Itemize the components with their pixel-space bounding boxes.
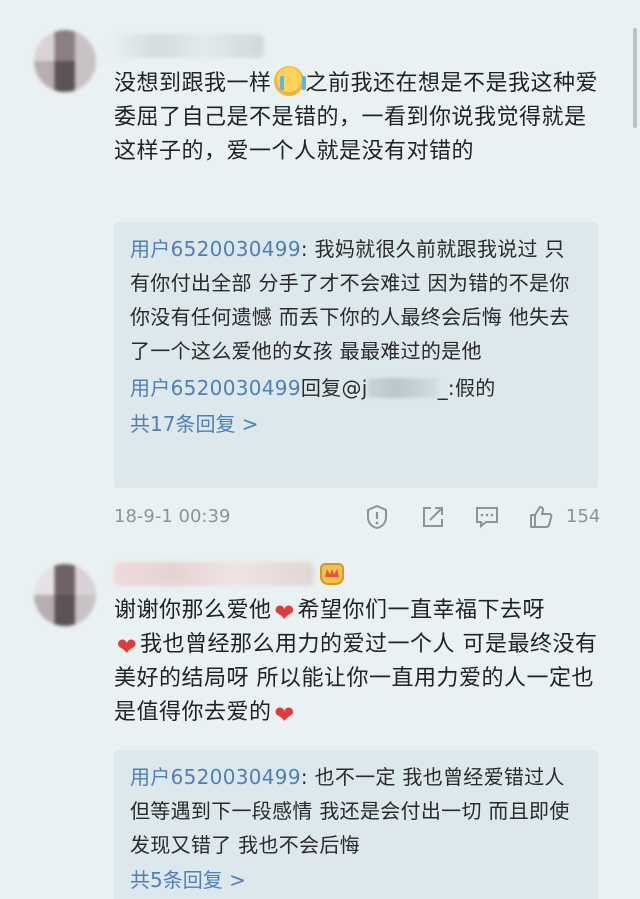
reply-username[interactable]: 用户6520030499	[130, 237, 301, 261]
timestamp: 18-9-1 00:39	[114, 506, 231, 527]
comment-icon[interactable]	[474, 504, 500, 530]
share-icon[interactable]	[420, 504, 446, 530]
comment-text: 没想到跟我一样 之前我还在想是不是我这种爱委屈了自己是不是错的，一看到你说我觉得就…	[114, 66, 604, 169]
reply-box[interactable]: 用户6520030499: 我妈就很久前就跟我说过 只有你付出全部 分手了才不会…	[114, 222, 598, 488]
more-replies-link[interactable]: 共5条回复 >	[130, 862, 582, 898]
username-blurred[interactable]	[114, 562, 314, 586]
crown-badge-icon	[320, 563, 344, 585]
red-heart-icon: ❤	[274, 701, 295, 729]
crying-face-icon	[273, 66, 306, 96]
comment-footer: 18-9-1 00:39 154	[114, 502, 604, 534]
avatar[interactable]	[34, 30, 96, 92]
red-heart-icon: ❤	[116, 633, 138, 661]
report-icon[interactable]	[364, 504, 390, 530]
like-count: 154	[566, 506, 601, 527]
red-heart-icon: ❤	[274, 599, 295, 627]
comment-text-part: 希望你们一直幸福下去呀	[297, 598, 546, 623]
reply-box[interactable]: 用户6520030499: 也不一定 我也曾经爱错过人 但等遇到下一段感情 我还…	[114, 750, 598, 899]
like-icon[interactable]	[528, 504, 554, 530]
comment-text-part: 没想到跟我一样	[114, 71, 272, 96]
avatar[interactable]	[34, 564, 96, 626]
more-replies-link[interactable]: 共17条回复 >	[130, 406, 582, 442]
comment-text: 谢谢你那么爱他 ❤ 希望你们一直幸福下去呀 ❤ 我也曾经那么用力的爱过一个人 可是最终没…	[114, 594, 604, 730]
reply-username[interactable]: 用户6520030499	[130, 765, 301, 789]
scrollbar[interactable]	[633, 28, 637, 128]
reply-item: 用户6520030499: 我妈就很久前就跟我说过 只有你付出全部 分手了才不会…	[130, 232, 582, 368]
username-blurred[interactable]	[114, 34, 264, 58]
reply-text: 回复@j	[300, 376, 368, 400]
comment-text-part: 我也曾经那么用力的爱过一个人 可是最终没有美好的结局呀 所以能让你一直用力爱的人…	[114, 632, 598, 725]
reply-item: 用户6520030499: 也不一定 我也曾经爱错过人 但等遇到下一段感情 我还…	[130, 760, 582, 862]
reply-text: _:假的	[437, 376, 496, 400]
reply-username[interactable]: 用户6520030499	[130, 376, 301, 400]
comment-text-part: 谢谢你那么爱他	[114, 598, 272, 623]
mention-blurred	[367, 378, 438, 398]
reply-item: 用户6520030499回复@j _:假的	[130, 370, 582, 406]
